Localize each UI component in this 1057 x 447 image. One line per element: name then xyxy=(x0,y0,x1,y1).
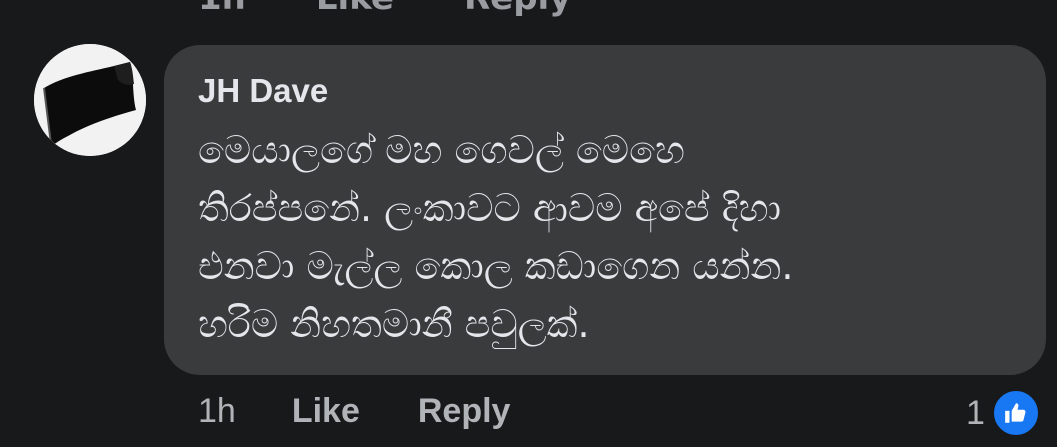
comment-text: මෙයාලගේ මහ ගෙවල් මෙහෙ තිරප්පනේ. ලංකාවට ආ… xyxy=(198,121,1012,353)
timestamp[interactable]: 1h xyxy=(198,392,236,431)
previous-comment-actions: 1h Like Reply xyxy=(198,0,571,18)
previous-reply-link[interactable]: Reply xyxy=(464,0,571,18)
reaction-summary[interactable]: 1 xyxy=(966,388,1041,438)
previous-timestamp[interactable]: 1h xyxy=(198,0,246,18)
comment-thread: 1h Like Reply JH Dave මෙයාලගේ මහ ගෙවල් ම… xyxy=(0,0,1057,447)
previous-like-link[interactable]: Like xyxy=(316,0,394,18)
thumbs-up-icon xyxy=(990,388,1041,438)
like-button[interactable]: Like xyxy=(292,392,360,431)
comment-text-line: හරිම නිහතමානී පවුලක්. xyxy=(198,302,590,346)
comment-actions: 1h Like Reply xyxy=(198,392,510,431)
reaction-count: 1 xyxy=(966,393,985,432)
comment-text-line: මෙයාලගේ මහ ගෙවල් මෙහෙ xyxy=(198,128,685,172)
black-flag-image xyxy=(34,44,146,156)
comment-text-line: තිරප්පනේ. ලංකාවට ආවම අපේ දිහා xyxy=(198,186,782,230)
avatar[interactable] xyxy=(34,44,146,156)
comment-text-line: එනවා මැල්ල කොල කඩාගෙන යන්න. xyxy=(198,244,794,288)
reply-button[interactable]: Reply xyxy=(418,392,511,431)
comment-bubble: JH Dave මෙයාලගේ මහ ගෙවල් මෙහෙ තිරප්පනේ. … xyxy=(164,45,1046,375)
author-name[interactable]: JH Dave xyxy=(198,71,1012,111)
